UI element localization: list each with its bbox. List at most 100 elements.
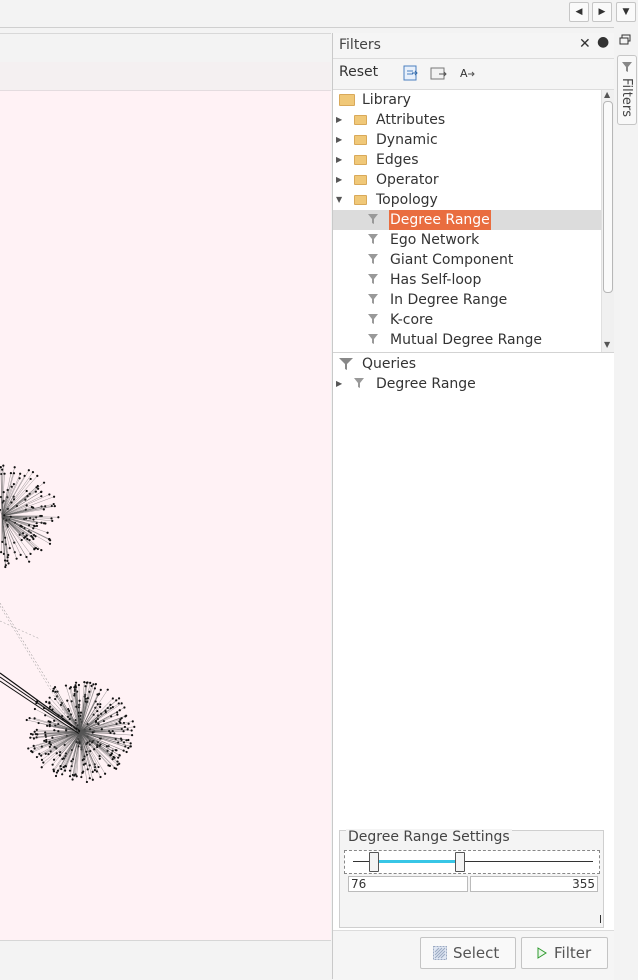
graph-node [13, 483, 15, 485]
folder-icon [354, 155, 367, 165]
graph-node [25, 556, 27, 558]
filter-label: Filter [554, 938, 591, 968]
save-query-icon[interactable] [430, 65, 448, 81]
expand-arrow-icon[interactable]: ▶ [336, 170, 342, 190]
scroll-down-icon[interactable]: ▼ [604, 340, 610, 349]
graph-node [90, 685, 92, 687]
slider-max-thumb[interactable] [455, 852, 465, 872]
graph-node [6, 560, 8, 562]
query-item-degree-range[interactable]: ▶ Degree Range [333, 374, 601, 394]
graph-node [41, 766, 43, 768]
graph-node [129, 745, 131, 747]
graph-node [65, 684, 67, 686]
range-slider[interactable] [344, 850, 600, 874]
queries-tree[interactable]: Queries ▶ Degree Range [333, 352, 614, 828]
graph-node [36, 729, 38, 731]
collapse-arrow-icon[interactable]: ▼ [336, 190, 342, 210]
graph-statusbar [0, 940, 331, 980]
tree-item-in-degree-range[interactable]: In Degree Range [333, 290, 601, 310]
tree-folder-dynamic[interactable]: ▶ Dynamic [333, 130, 601, 150]
library-scroll-thumb[interactable] [603, 101, 613, 293]
graph-node [55, 775, 57, 777]
panel-title-bar: Filters ✕ ● [333, 33, 614, 59]
queries-funnel-icon [339, 357, 353, 371]
graph-canvas[interactable] [0, 91, 331, 940]
tree-item-ego-network[interactable]: Ego Network [333, 230, 601, 250]
scroll-left-button[interactable]: ◀ [569, 2, 589, 22]
graph-node [121, 728, 123, 730]
chevron-down-icon: ▼ [623, 7, 630, 17]
graph-node [25, 517, 27, 519]
graph-node [87, 697, 89, 699]
minimize-icon[interactable]: ● [597, 34, 609, 50]
tree-folder-operator[interactable]: ▶ Operator [333, 170, 601, 190]
graph-node [69, 775, 71, 777]
graph-node [37, 488, 39, 490]
graph-node [3, 473, 5, 475]
graph-node [51, 520, 53, 522]
library-tree[interactable]: Library ▶ Attributes ▶ Dynamic ▶ Edges ▶… [333, 90, 601, 352]
tree-folder-edges[interactable]: ▶ Edges [333, 150, 601, 170]
tree-item-label: Ego Network [390, 230, 479, 250]
reset-button[interactable]: Reset [339, 64, 378, 80]
tree-item-has-self-loop[interactable]: Has Self-loop [333, 270, 601, 290]
library-label: Library [362, 90, 411, 110]
graph-node [33, 525, 35, 527]
tree-item-mutual-degree-range[interactable]: Mutual Degree Range [333, 330, 601, 350]
tree-folder-attributes[interactable]: ▶ Attributes [333, 110, 601, 130]
expand-arrow-icon[interactable]: ▶ [336, 130, 342, 150]
graph-node [0, 496, 2, 498]
graph-node [109, 732, 111, 734]
graph-node [21, 539, 23, 541]
max-degree-field[interactable]: 355 [470, 876, 598, 892]
graph-node [34, 731, 36, 733]
tree-folder-topology[interactable]: ▼ Topology [333, 190, 601, 210]
expand-arrow-icon[interactable]: ▶ [336, 110, 342, 130]
graph-node [36, 475, 38, 477]
graph-node [42, 761, 44, 763]
expand-arrow-icon[interactable]: ▶ [336, 150, 342, 170]
play-icon [537, 947, 547, 959]
min-degree-field[interactable]: 76 [348, 876, 468, 892]
restore-window-icon[interactable] [619, 34, 631, 46]
graph-node [26, 719, 28, 721]
tree-item-label: K-core [390, 310, 433, 330]
filters-side-tab[interactable]: Filters [617, 55, 637, 125]
graph-node [127, 728, 129, 730]
graph-node [54, 686, 56, 688]
graph-node [115, 749, 117, 751]
tree-item-giant-component[interactable]: Giant Component [333, 250, 601, 270]
graph-node [57, 770, 59, 772]
scroll-right-button[interactable]: ▶ [592, 2, 612, 22]
graph-node [132, 720, 134, 722]
graph-node [86, 781, 88, 783]
expand-arrow-icon[interactable]: ▶ [336, 374, 342, 394]
graph-node [53, 496, 55, 498]
filter-funnel-icon [368, 213, 378, 225]
graph-node [131, 729, 133, 731]
queries-root[interactable]: Queries [333, 354, 601, 374]
dropdown-button[interactable]: ▼ [616, 2, 636, 22]
export-icon[interactable] [402, 65, 420, 81]
graph-node [45, 701, 47, 703]
graph-node [52, 690, 54, 692]
resize-handle[interactable] [600, 915, 601, 923]
scroll-up-icon[interactable]: ▲ [604, 90, 610, 99]
graph-node [36, 733, 38, 735]
close-icon[interactable]: ✕ [579, 36, 591, 52]
graph-subtoolbar [0, 62, 331, 91]
auto-refresh-icon[interactable]: A [459, 65, 477, 81]
tree-item-k-core[interactable]: K-core [333, 310, 601, 330]
library-root[interactable]: Library [333, 90, 601, 110]
select-button[interactable]: Select [420, 937, 516, 969]
tree-item-degree-range[interactable]: Degree Range [333, 210, 601, 230]
graph-node [84, 685, 86, 687]
graph-node [76, 775, 78, 777]
folder-open-icon [339, 94, 355, 106]
graph-node [130, 742, 132, 744]
graph-node [16, 558, 18, 560]
graph-node [56, 752, 58, 754]
filter-button[interactable]: Filter [521, 937, 608, 969]
svg-text:A: A [460, 67, 468, 80]
slider-min-thumb[interactable] [369, 852, 379, 872]
